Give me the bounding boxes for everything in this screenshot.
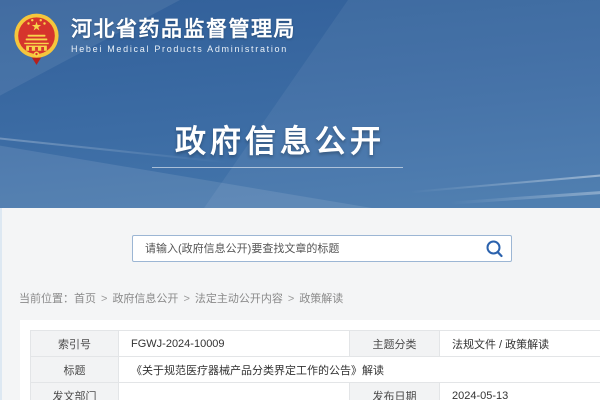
- breadcrumb: 当前位置：首页 > 政府信息公开 > 法定主动公开内容 > 政策解读: [19, 290, 343, 306]
- search-icon: [485, 239, 505, 259]
- publish-date-value: 2024-05-13: [440, 383, 600, 400]
- search-input[interactable]: [133, 236, 511, 261]
- banner-wave-decoration: [450, 190, 600, 204]
- table-row: 标题 《关于规范医疗器械产品分类界定工作的公告》解读: [31, 357, 600, 383]
- org-name-en: Hebei Medical Products Administration: [71, 44, 296, 54]
- search-button[interactable]: [485, 239, 505, 259]
- org-name-zh: 河北省药品监督管理局: [71, 18, 296, 41]
- breadcrumb-item-policy-interpretation[interactable]: 政策解读: [299, 293, 343, 305]
- breadcrumb-label: 当前位置：: [19, 293, 74, 305]
- page: 河北省药品监督管理局 Hebei Medical Products Admini…: [0, 0, 600, 400]
- title-label: 标题: [31, 357, 119, 383]
- publish-date-label: 发布日期: [350, 383, 440, 400]
- breadcrumb-separator: >: [183, 293, 189, 305]
- left-edge-strip: [0, 208, 2, 400]
- header-banner: 河北省药品监督管理局 Hebei Medical Products Admini…: [0, 0, 600, 208]
- breadcrumb-separator: >: [101, 293, 107, 305]
- document-meta-table: 索引号 FGWJ-2024-10009 主题分类 法规文件 / 政策解读 标题 …: [30, 330, 600, 400]
- site-logo-link[interactable]: 河北省药品监督管理局 Hebei Medical Products Admini…: [13, 11, 296, 67]
- index-number-value: FGWJ-2024-10009: [119, 331, 350, 357]
- china-national-emblem-icon: [13, 11, 60, 67]
- title-underline: [152, 167, 403, 168]
- topic-category-value: 法规文件 / 政策解读: [440, 331, 600, 357]
- topic-category-label: 主题分类: [350, 331, 440, 357]
- issuing-department-value: [119, 383, 350, 400]
- index-number-label: 索引号: [31, 331, 119, 357]
- table-row: 索引号 FGWJ-2024-10009 主题分类 法规文件 / 政策解读: [31, 331, 600, 357]
- table-row: 发文部门 发布日期 2024-05-13: [31, 383, 600, 400]
- search-box: [132, 235, 512, 262]
- breadcrumb-item-home[interactable]: 首页: [74, 293, 96, 305]
- document-title-value: 《关于规范医疗器械产品分类界定工作的公告》解读: [119, 357, 600, 383]
- site-identity: 河北省药品监督管理局 Hebei Medical Products Admini…: [71, 11, 296, 54]
- document-meta-card: 索引号 FGWJ-2024-10009 主题分类 法规文件 / 政策解读 标题 …: [20, 320, 600, 400]
- breadcrumb-item-statutory-disclosure[interactable]: 法定主动公开内容: [195, 293, 283, 305]
- banner-wave-decoration: [410, 173, 600, 193]
- page-title: 政府信息公开: [0, 116, 560, 161]
- breadcrumb-separator: >: [288, 293, 294, 305]
- breadcrumb-item-gov-info[interactable]: 政府信息公开: [112, 293, 178, 305]
- issuing-department-label: 发文部门: [31, 383, 119, 400]
